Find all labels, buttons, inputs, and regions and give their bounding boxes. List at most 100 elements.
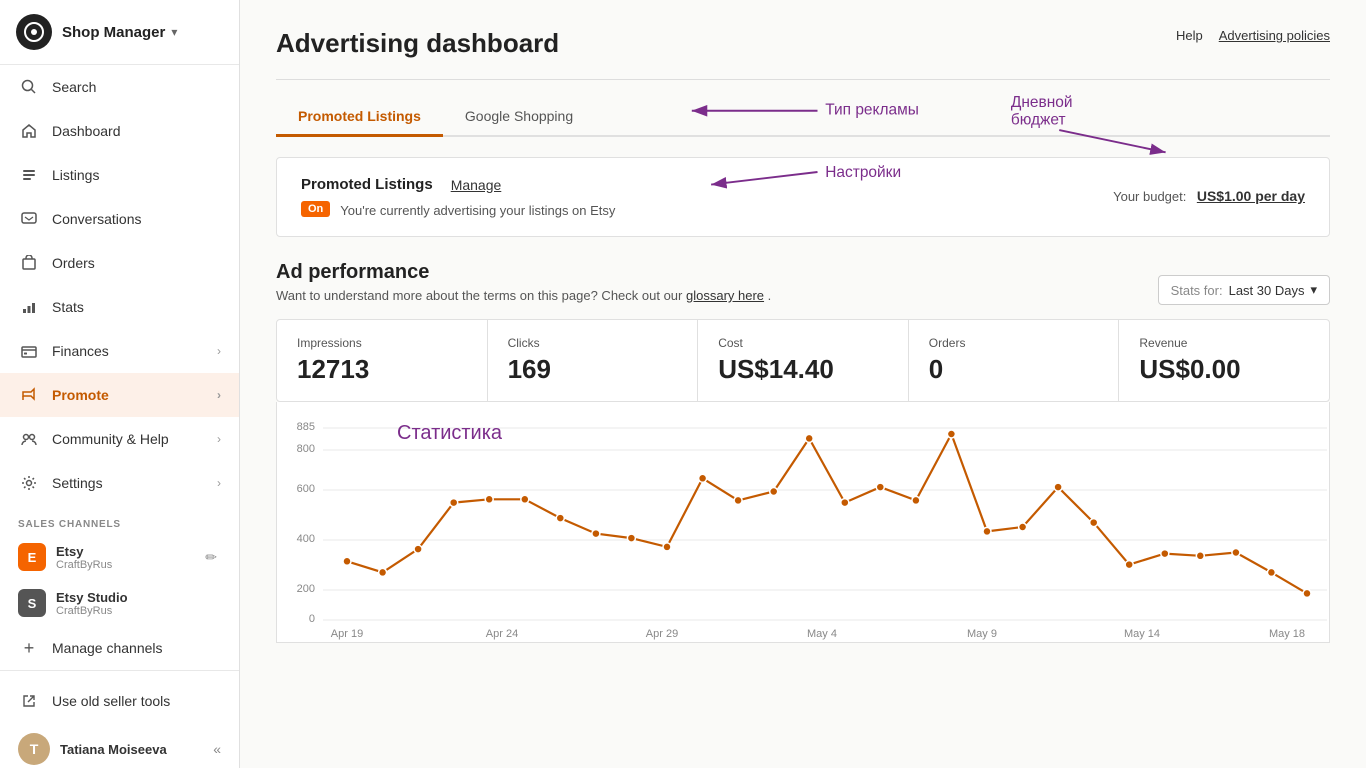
header-links: Help Advertising policies — [1176, 28, 1330, 43]
svg-text:Apr 24: Apr 24 — [486, 628, 518, 640]
stats-for-label: Stats for: — [1171, 283, 1223, 298]
promo-card-left: Promoted Listings Manage On You're curre… — [301, 176, 615, 218]
manage-channels-label: Manage channels — [52, 640, 163, 656]
user-avatar: T — [18, 733, 50, 765]
tab-bar: Promoted Listings Google Shopping — [276, 98, 1330, 137]
sidebar-item-dashboard[interactable]: Dashboard — [0, 109, 239, 153]
promo-card-title: Promoted Listings — [301, 176, 433, 193]
sidebar-item-search[interactable]: Search — [0, 65, 239, 109]
revenue-label: Revenue — [1139, 336, 1309, 350]
revenue-value: US$0.00 — [1139, 354, 1309, 385]
settings-chevron: › — [217, 476, 221, 490]
budget-value[interactable]: US$1.00 per day — [1197, 188, 1305, 204]
metrics-row: Impressions 12713 Clicks 169 Cost US$14.… — [276, 319, 1330, 402]
etsy-channel-sub: CraftByRus — [56, 559, 201, 571]
promo-manage-link[interactable]: Manage — [451, 177, 502, 193]
add-icon: + — [18, 637, 40, 659]
stats-filter-dropdown[interactable]: Stats for: Last 30 Days ▾ — [1158, 275, 1330, 305]
shop-manager-title: Shop Manager — [62, 24, 165, 41]
stats-icon — [18, 296, 40, 318]
budget-label: Your budget: — [1113, 189, 1186, 204]
sidebar-collapse-button[interactable]: « — [213, 741, 221, 757]
shop-logo — [16, 14, 52, 50]
svg-text:May 4: May 4 — [807, 628, 837, 640]
sidebar-item-listings[interactable]: Listings — [0, 153, 239, 197]
community-chevron: › — [217, 432, 221, 446]
sales-channels-label: SALES CHANNELS — [0, 505, 239, 534]
sidebar-label-finances: Finances — [52, 343, 109, 359]
svg-text:May 18: May 18 — [1269, 628, 1305, 640]
promo-description: You're currently advertising your listin… — [340, 203, 615, 218]
tab-promoted-listings[interactable]: Promoted Listings — [276, 98, 443, 137]
sidebar-label-stats: Stats — [52, 299, 84, 315]
finances-icon — [18, 340, 40, 362]
etsy-edit-button[interactable]: ✏ — [201, 545, 221, 570]
cost-label: Cost — [718, 336, 888, 350]
on-badge: On — [301, 201, 330, 217]
ad-performance-titles: Ad performance Want to understand more a… — [276, 261, 771, 319]
orders-value: 0 — [929, 354, 1099, 385]
channel-etsy-studio[interactable]: S Etsy Studio CraftByRus — [0, 580, 239, 626]
manage-channels[interactable]: + Manage channels — [0, 626, 239, 670]
sidebar-label-settings: Settings — [52, 475, 103, 491]
svg-text:600: 600 — [297, 483, 315, 495]
settings-icon — [18, 472, 40, 494]
ad-performance-header: Ad performance Want to understand more a… — [276, 261, 1330, 319]
advertising-policies-link[interactable]: Advertising policies — [1219, 28, 1330, 43]
user-name: Tatiana Moiseeva — [60, 742, 167, 757]
metric-clicks: Clicks 169 — [488, 320, 699, 401]
help-link[interactable]: Help — [1176, 28, 1203, 43]
user-profile[interactable]: T Tatiana Moiseeva « — [0, 723, 239, 768]
external-link-icon — [18, 690, 40, 712]
sidebar-label-promote: Promote — [52, 387, 109, 403]
sidebar-item-conversations[interactable]: Conversations — [0, 197, 239, 241]
dropdown-chevron: ▾ — [1310, 282, 1317, 298]
studio-channel-icon: S — [18, 589, 46, 617]
svg-text:May 14: May 14 — [1124, 628, 1160, 640]
ad-performance-subtitle: Want to understand more about the terms … — [276, 288, 771, 303]
sidebar-label-dashboard: Dashboard — [52, 123, 121, 139]
sidebar-item-community[interactable]: Community & Help › — [0, 417, 239, 461]
use-old-tools[interactable]: Use old seller tools — [0, 679, 239, 723]
channel-etsy[interactable]: E Etsy CraftByRus ✏ — [0, 534, 239, 580]
performance-chart: 885 800 600 400 200 0 Apr 19 Apr — [287, 412, 1337, 642]
svg-text:885: 885 — [297, 421, 315, 433]
sidebar-label-search: Search — [52, 79, 96, 95]
sidebar-item-settings[interactable]: Settings › — [0, 461, 239, 505]
stats-for-value: Last 30 Days — [1229, 283, 1305, 298]
home-icon — [18, 120, 40, 142]
clicks-value: 169 — [508, 354, 678, 385]
glossary-link[interactable]: glossary here — [686, 288, 764, 303]
svg-text:May 9: May 9 — [967, 628, 997, 640]
sidebar-item-stats[interactable]: Stats — [0, 285, 239, 329]
studio-channel-name: Etsy Studio — [56, 590, 221, 605]
sidebar: Shop Manager ▾ Search Dashboard Listings — [0, 0, 240, 768]
metric-impressions: Impressions 12713 — [277, 320, 488, 401]
sidebar-label-orders: Orders — [52, 255, 95, 271]
svg-text:0: 0 — [309, 613, 315, 625]
etsy-channel-name: Etsy — [56, 544, 201, 559]
use-old-tools-label: Use old seller tools — [52, 693, 170, 709]
sidebar-item-orders[interactable]: Orders — [0, 241, 239, 285]
svg-text:Apr 19: Apr 19 — [331, 628, 363, 640]
conversations-icon — [18, 208, 40, 230]
orders-label: Orders — [929, 336, 1099, 350]
sidebar-label-listings: Listings — [52, 167, 99, 183]
main-content: Advertising dashboard Help Advertising p… — [240, 0, 1366, 768]
svg-text:800: 800 — [297, 443, 315, 455]
shop-manager-chevron: ▾ — [171, 25, 177, 39]
tab-google-shopping[interactable]: Google Shopping — [443, 98, 595, 137]
sidebar-navigation: Search Dashboard Listings Conversations — [0, 65, 239, 505]
impressions-label: Impressions — [297, 336, 467, 350]
promo-card-info: Promoted Listings Manage On You're curre… — [301, 176, 615, 218]
shop-manager-header[interactable]: Shop Manager ▾ — [0, 0, 239, 65]
finances-chevron: › — [217, 344, 221, 358]
sidebar-item-promote[interactable]: Promote › — [0, 373, 239, 417]
studio-channel-sub: CraftByRus — [56, 605, 221, 617]
chart-area: Статистика 885 800 600 400 200 0 — [276, 402, 1330, 643]
page-title: Advertising dashboard — [276, 28, 559, 59]
clicks-label: Clicks — [508, 336, 678, 350]
sidebar-item-finances[interactable]: Finances › — [0, 329, 239, 373]
svg-text:Apr 29: Apr 29 — [646, 628, 678, 640]
metric-revenue: Revenue US$0.00 — [1119, 320, 1329, 401]
